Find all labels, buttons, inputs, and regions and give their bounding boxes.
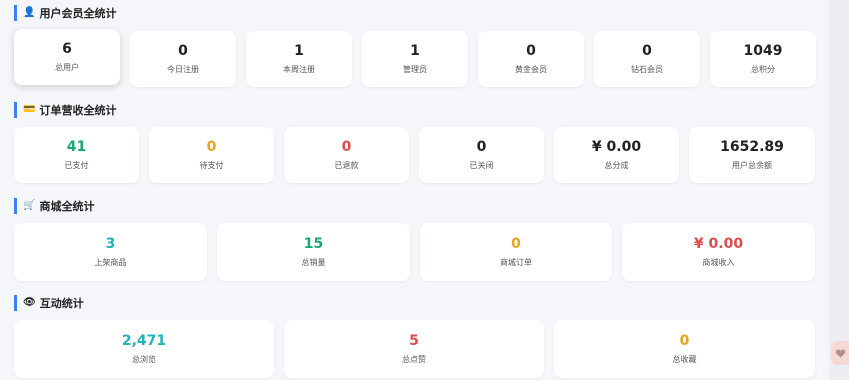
stat-card-user-balance[interactable]: 1652.89 用户总余额 bbox=[689, 127, 815, 183]
stat-card-total-views[interactable]: 2,471 总浏览 bbox=[14, 320, 274, 378]
stat-value: 0 bbox=[526, 42, 536, 59]
stat-value: 3 bbox=[105, 235, 116, 252]
section-title-user: 👤 用户会员全统计 bbox=[14, 5, 116, 21]
stat-label: 黄金会员 bbox=[515, 65, 547, 75]
stat-card-diamond-members[interactable]: 0 钻石会员 bbox=[594, 31, 700, 87]
stat-label: 已关闭 bbox=[469, 161, 494, 171]
stat-value: 2,471 bbox=[121, 332, 167, 349]
section-title-shop: 🛒 商城全统计 bbox=[14, 198, 94, 214]
stat-value: 0 bbox=[341, 138, 352, 155]
stat-card-week-reg[interactable]: 1 本周注册 bbox=[246, 31, 352, 87]
stat-value: 0 bbox=[476, 138, 487, 155]
stat-value: ¥ 0.00 bbox=[693, 235, 744, 252]
stat-label: 用户总余额 bbox=[732, 161, 772, 171]
stat-value: 0 bbox=[511, 235, 521, 252]
stat-value: 0 bbox=[178, 42, 188, 59]
stat-label: 今日注册 bbox=[167, 65, 199, 75]
stat-label: 已支付 bbox=[64, 161, 89, 171]
stat-card-paid[interactable]: 41 已支付 bbox=[14, 127, 139, 183]
stat-label: 商城订单 bbox=[500, 258, 532, 268]
stat-label: 已退款 bbox=[334, 161, 359, 171]
stat-card-admins[interactable]: 1 管理员 bbox=[362, 31, 468, 87]
stat-value: 0 bbox=[679, 332, 690, 349]
section-title-user-text: 用户会员全统计 bbox=[39, 7, 117, 20]
stat-value: 0 bbox=[642, 42, 652, 59]
stat-label: 总浏览 bbox=[132, 355, 156, 365]
stat-label: 商城收入 bbox=[702, 258, 735, 268]
stat-card-total-sales[interactable]: 15 总销量 bbox=[217, 223, 410, 281]
stat-card-closed[interactable]: 0 已关闭 bbox=[419, 127, 544, 183]
stat-card-total-favorites[interactable]: 0 总收藏 bbox=[554, 320, 815, 378]
stat-label: 本周注册 bbox=[283, 65, 315, 75]
heart-icon bbox=[835, 349, 845, 358]
card-icon: 💳 bbox=[23, 104, 36, 115]
stat-label: 总用户 bbox=[55, 63, 79, 73]
stat-card-pending[interactable]: 0 待支付 bbox=[149, 127, 274, 183]
section-title-order: 💳 订单营收全统计 bbox=[14, 102, 116, 118]
stat-value: 1 bbox=[410, 42, 420, 59]
stat-card-total-points[interactable]: 1049 总积分 bbox=[710, 31, 816, 87]
stat-card-shop-income[interactable]: ¥ 0.00 商城收入 bbox=[622, 223, 815, 281]
stat-label: 上架商品 bbox=[94, 258, 127, 268]
stat-value: 41 bbox=[66, 138, 87, 155]
stat-card-refunded[interactable]: 0 已退款 bbox=[284, 127, 409, 183]
stat-value: 15 bbox=[303, 235, 324, 252]
stat-label: 总销量 bbox=[301, 258, 326, 268]
stat-label: 总分成 bbox=[604, 161, 629, 171]
stat-card-listed-products[interactable]: 3 上架商品 bbox=[14, 223, 207, 281]
section-title-shop-text: 商城全统计 bbox=[39, 200, 95, 213]
section-title-interact-text: 互动统计 bbox=[39, 297, 84, 310]
stat-card-gold-members[interactable]: 0 黄金会员 bbox=[478, 31, 584, 87]
stat-label: 总收藏 bbox=[672, 355, 697, 365]
user-icon: 👤 bbox=[23, 7, 36, 18]
stat-value: 1049 bbox=[743, 42, 783, 59]
stat-label: 待支付 bbox=[199, 161, 224, 171]
stat-value: 1 bbox=[294, 42, 304, 59]
stat-label: 总点赞 bbox=[402, 355, 426, 365]
eye-icon: 👁 bbox=[23, 297, 36, 308]
section-title-interact: 👁 互动统计 bbox=[14, 295, 84, 311]
stat-card-today-reg[interactable]: 0 今日注册 bbox=[130, 31, 236, 87]
stat-card-total-likes[interactable]: 5 总点赞 bbox=[284, 320, 544, 378]
stat-card-shop-orders[interactable]: 0 商城订单 bbox=[420, 223, 612, 281]
stat-value: ¥ 0.00 bbox=[591, 138, 642, 155]
stat-value: 5 bbox=[409, 332, 419, 349]
side-strip bbox=[829, 0, 849, 380]
stat-label: 总积分 bbox=[751, 65, 775, 75]
stat-value: 0 bbox=[206, 138, 217, 155]
stat-card-total-users[interactable]: 6 总用户 bbox=[14, 29, 120, 85]
stat-value: 1652.89 bbox=[720, 138, 784, 155]
favorite-float-button[interactable] bbox=[831, 341, 849, 365]
stat-card-commission[interactable]: ¥ 0.00 总分成 bbox=[554, 127, 679, 183]
section-title-order-text: 订单营收全统计 bbox=[39, 104, 117, 117]
stat-label: 钻石会员 bbox=[631, 65, 663, 75]
stat-label: 管理员 bbox=[403, 65, 427, 75]
stat-value: 6 bbox=[62, 40, 72, 57]
cart-icon: 🛒 bbox=[23, 200, 36, 211]
